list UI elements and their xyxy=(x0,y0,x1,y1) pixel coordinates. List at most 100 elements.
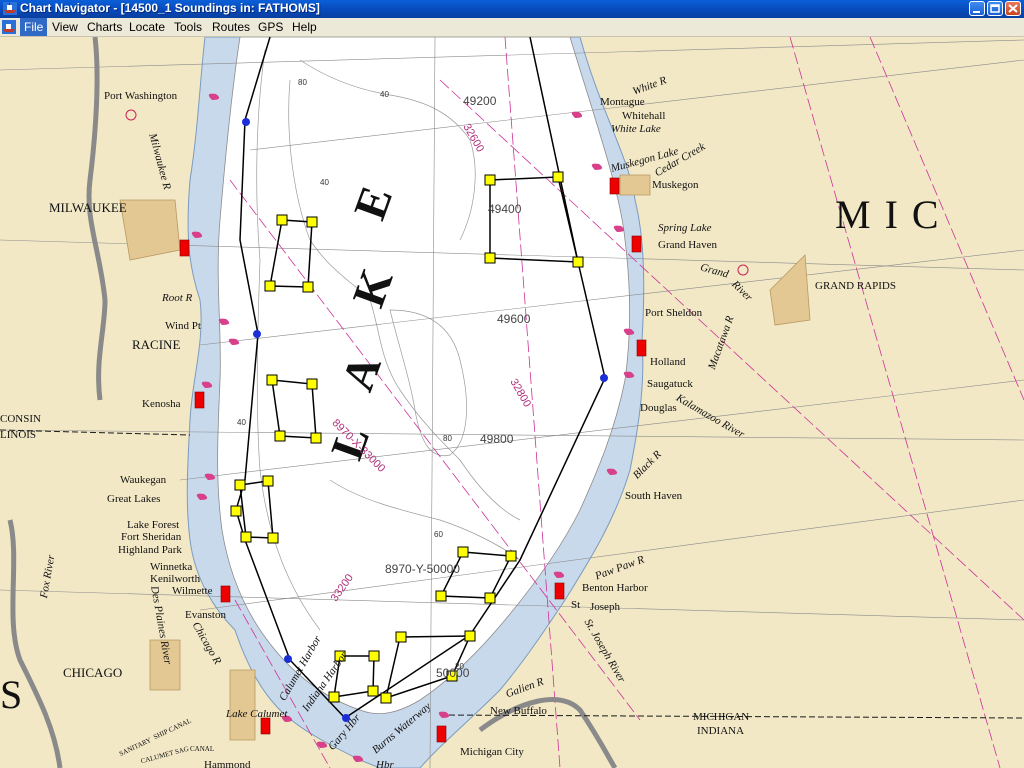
place-south-haven: South Haven xyxy=(625,490,683,502)
place-muskegon: Muskegon xyxy=(652,179,699,191)
waypoint xyxy=(572,256,584,268)
grey-road xyxy=(86,37,108,401)
place-douglas: Douglas xyxy=(640,402,677,414)
app-ship-icon xyxy=(3,2,17,15)
nautical-chart-map[interactable]: E K A L M I C S Port Washington Milwauke… xyxy=(0,37,1024,768)
waypoint xyxy=(367,685,379,697)
contour-60: 60 xyxy=(434,530,443,539)
waypoint xyxy=(306,378,318,390)
place-holland: Holland xyxy=(650,356,686,368)
place-white-lake: White Lake xyxy=(611,123,661,135)
place-hammond: Hammond xyxy=(204,759,251,768)
waypoint xyxy=(267,532,279,544)
flag-marker xyxy=(636,339,647,357)
close-button[interactable] xyxy=(1005,1,1021,16)
urban-milwaukee xyxy=(119,199,181,261)
waypoint xyxy=(435,590,447,602)
lake-deep-water xyxy=(217,37,630,715)
waypoint xyxy=(302,281,314,293)
place-lake-forest: Lake Forest xyxy=(127,519,180,531)
place-great-lakes: Great Lakes xyxy=(107,493,161,505)
flag-marker xyxy=(631,235,642,253)
flag-marker xyxy=(194,391,205,409)
waypoint xyxy=(484,174,496,186)
waypoint xyxy=(262,475,274,487)
waypoint xyxy=(234,479,246,491)
depth-49200: 49200 xyxy=(463,94,497,108)
lake-letter-e: E xyxy=(343,179,403,226)
waypoint xyxy=(266,374,278,386)
lake-letter-k: K xyxy=(342,262,403,314)
waypoint xyxy=(328,691,340,703)
state-wisconsin: CONSIN xyxy=(0,413,41,425)
place-michigan-city: Michigan City xyxy=(460,746,524,758)
place-kenosha: Kenosha xyxy=(142,398,181,410)
menu-tools[interactable]: Tools xyxy=(170,18,206,36)
waypoint xyxy=(457,546,469,558)
place-wind-pt: Wind Pt xyxy=(165,320,201,332)
place-winnetka: Winnetka xyxy=(150,561,193,573)
menu-gps[interactable]: GPS xyxy=(254,18,287,36)
flag-marker xyxy=(554,582,565,600)
contour-40b: 40 xyxy=(320,178,329,187)
flag-marker xyxy=(220,585,231,603)
waypoint xyxy=(240,531,252,543)
place-lake-calumet-line1: Lake Calumet xyxy=(226,708,288,720)
waypoint xyxy=(464,630,476,642)
minimize-icon xyxy=(973,11,980,13)
close-icon xyxy=(1008,4,1018,13)
depth-50000: 50000 xyxy=(436,666,470,680)
contour-80a: 80 xyxy=(298,78,307,87)
place-spring-lake: Spring Lake xyxy=(658,222,712,234)
document-ship-icon[interactable] xyxy=(2,20,16,34)
place-waukegan: Waukegan xyxy=(120,474,167,486)
maximize-icon xyxy=(990,4,1000,13)
state-illinois: LINOIS xyxy=(0,429,37,441)
title-bar[interactable]: Chart Navigator - [14500_1 Soundings in:… xyxy=(0,0,1024,18)
menu-bar: File View Charts Locate Tools Routes GPS… xyxy=(0,18,1024,37)
urban-muskegon xyxy=(619,174,651,196)
menu-file[interactable]: File xyxy=(20,18,48,36)
menu-locate[interactable]: Locate xyxy=(125,18,169,36)
maximize-button[interactable] xyxy=(987,1,1003,16)
waypoint xyxy=(484,592,496,604)
place-new-buffalo: New Buffalo xyxy=(490,705,547,717)
place-saugatuck: Saugatuck xyxy=(647,378,693,390)
waypoint xyxy=(368,650,380,662)
city-milwaukee: MILWAUKEE xyxy=(49,200,127,215)
menu-help[interactable]: Help xyxy=(288,18,321,36)
menu-view[interactable]: View xyxy=(48,18,82,36)
city-grand-rapids: GRAND RAPIDS xyxy=(815,280,896,292)
waypoint xyxy=(380,692,392,704)
waypoint xyxy=(395,631,407,643)
contour-40a: 40 xyxy=(380,90,389,99)
waypoint xyxy=(264,280,276,292)
waypoint xyxy=(552,171,564,183)
state-label-illinois: S xyxy=(0,672,25,717)
waypoint xyxy=(505,550,517,562)
state-indiana: INDIANA xyxy=(697,725,745,737)
minimize-button[interactable] xyxy=(969,1,985,16)
place-montague: Montague xyxy=(600,96,645,108)
place-st-joseph: Joseph xyxy=(590,601,620,613)
river-root-r: Root R xyxy=(162,292,193,304)
place-grand-haven: Grand Haven xyxy=(658,239,717,251)
place-hbr: Hbr xyxy=(376,759,394,768)
city-chicago: CHICAGO xyxy=(63,665,123,680)
place-evanston: Evanston xyxy=(185,609,226,621)
place-fort-sheridan: Fort Sheridan xyxy=(121,531,182,543)
flag-marker xyxy=(436,725,447,743)
waypoint xyxy=(274,430,286,442)
place-benton-harbor: Benton Harbor xyxy=(582,582,648,594)
urban-south-chicago xyxy=(229,669,256,741)
place-wilmette: Wilmette xyxy=(172,585,213,597)
city-racine: RACINE xyxy=(132,337,181,352)
place-port-sheldon: Port Sheldon xyxy=(645,307,703,319)
contour-20: 20 xyxy=(455,662,464,671)
menu-routes[interactable]: Routes xyxy=(208,18,254,36)
waypoint xyxy=(484,252,496,264)
place-highland-park: Highland Park xyxy=(118,544,182,556)
place-port-washington: Port Washington xyxy=(104,90,178,102)
depth-49600: 49600 xyxy=(497,312,531,326)
menu-charts[interactable]: Charts xyxy=(83,18,126,36)
